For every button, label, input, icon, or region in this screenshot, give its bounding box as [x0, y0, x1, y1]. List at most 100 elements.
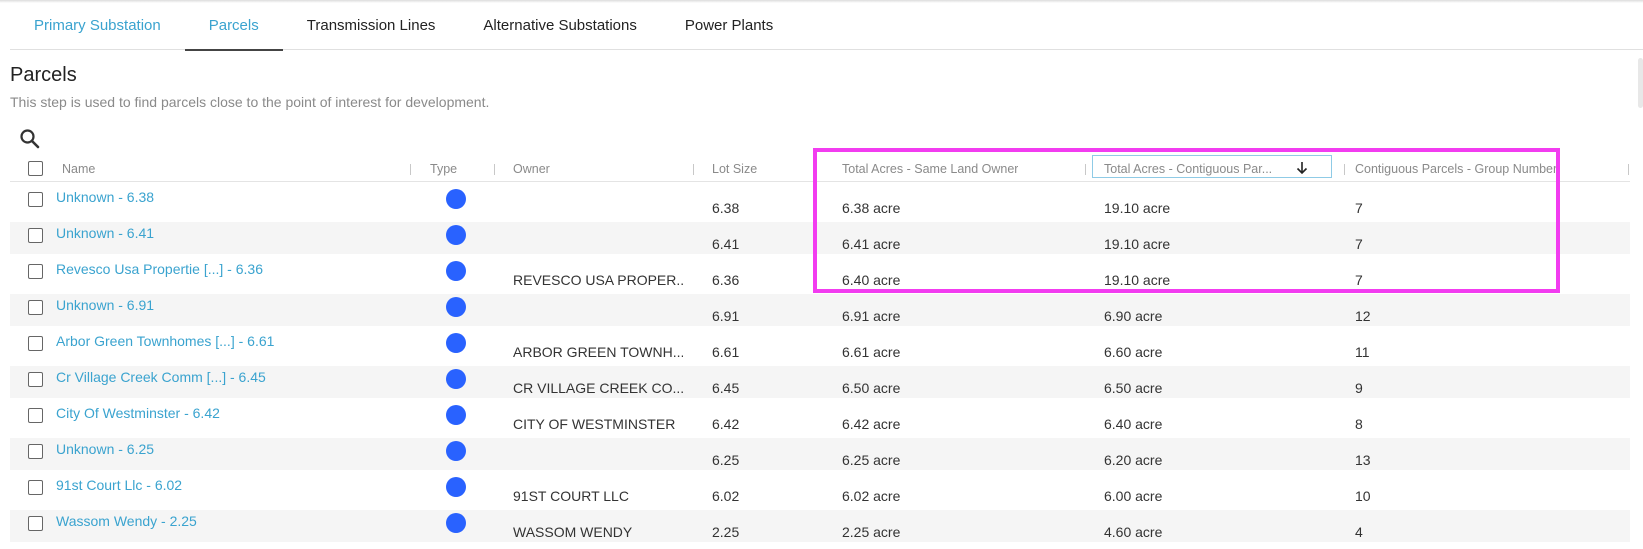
table-header: Name Type Owner Lot Size Total Acres - S… — [10, 155, 1630, 182]
select-all-checkbox[interactable] — [28, 161, 43, 176]
total-acres-contiguous-cell: 19.10 acre — [1104, 236, 1171, 252]
row-checkbox[interactable] — [28, 228, 43, 243]
type-marker-icon — [446, 297, 466, 317]
step-tabs: Primary Substation Parcels Transmission … — [10, 0, 1643, 51]
column-resize-handle[interactable] — [1628, 164, 1629, 175]
arrow-down-icon[interactable] — [1295, 160, 1309, 176]
parcel-name-link[interactable]: City Of Westminster - 6.42 — [56, 405, 220, 421]
table-row[interactable]: Wassom Wendy - 2.25 WASSOM WENDY 2.25 2.25 … — [10, 510, 1630, 542]
lot-size-cell: 2.25 — [712, 524, 740, 540]
parcel-name-link[interactable]: Wassom Wendy - 2.25 — [56, 513, 197, 529]
column-resize-handle[interactable] — [693, 164, 694, 175]
column-header-name[interactable]: Name — [62, 156, 95, 182]
parcel-name-link[interactable]: Unknown - 6.38 — [56, 189, 154, 205]
column-resize-handle[interactable] — [1085, 164, 1086, 175]
owner-cell: 91ST COURT LLC — [513, 488, 629, 504]
table-row[interactable]: Unknown - 6.41 6.41 6.41 acre 19.10 acre 7 — [10, 222, 1630, 254]
group-number-cell: 9 — [1355, 380, 1363, 396]
column-resize-handle[interactable] — [494, 164, 495, 175]
parcel-name-link[interactable]: Unknown - 6.25 — [56, 441, 154, 457]
lot-size-cell: 6.42 — [712, 416, 740, 432]
total-acres-same-owner-cell: 6.91 acre — [842, 308, 901, 324]
parcel-name-link[interactable]: Revesco Usa Propertie [...] - 6.36 — [56, 261, 263, 277]
total-acres-contiguous-cell: 6.60 acre — [1104, 344, 1163, 360]
table-row[interactable]: City Of Westminster - 6.42 CITY OF WESTMI… — [10, 402, 1630, 434]
lot-size-cell: 6.91 — [712, 308, 740, 324]
total-acres-contiguous-cell: 19.10 acre — [1104, 272, 1171, 288]
lot-size-cell: 6.41 — [712, 236, 740, 252]
parcel-name-link[interactable]: Unknown - 6.91 — [56, 297, 154, 313]
row-checkbox[interactable] — [28, 372, 43, 387]
type-marker-icon — [446, 261, 466, 281]
total-acres-same-owner-cell: 6.42 acre — [842, 416, 901, 432]
group-number-cell: 12 — [1355, 308, 1371, 324]
total-acres-same-owner-cell: 6.25 acre — [842, 452, 901, 468]
table-row[interactable]: Unknown - 6.38 6.38 6.38 acre 19.10 acre 7 — [10, 186, 1630, 218]
total-acres-contiguous-cell: 19.10 acre — [1104, 200, 1171, 216]
type-marker-icon — [446, 369, 466, 389]
type-marker-icon — [446, 189, 466, 209]
lot-size-cell: 6.02 — [712, 488, 740, 504]
row-checkbox[interactable] — [28, 516, 43, 531]
total-acres-contiguous-cell: 4.60 acre — [1104, 524, 1163, 540]
parcel-name-link[interactable]: 91st Court Llc - 6.02 — [56, 477, 182, 493]
column-resize-handle[interactable] — [1344, 164, 1345, 175]
owner-cell: ARBOR GREEN TOWNH... — [513, 344, 683, 360]
row-checkbox[interactable] — [28, 300, 43, 315]
table-row[interactable]: Revesco Usa Propertie [...] - 6.36 REVESC… — [10, 258, 1630, 290]
owner-cell: CR VILLAGE CREEK CO... — [513, 380, 683, 396]
total-acres-contiguous-cell: 6.00 acre — [1104, 488, 1163, 504]
group-number-cell: 10 — [1355, 488, 1371, 504]
group-number-cell: 7 — [1355, 236, 1363, 252]
group-number-cell: 13 — [1355, 452, 1371, 468]
column-header-contiguous-group-number[interactable]: Contiguous Parcels - Group Number — [1355, 156, 1557, 182]
owner-cell: WASSOM WENDY — [513, 524, 633, 540]
type-marker-icon — [446, 333, 466, 353]
group-number-cell: 8 — [1355, 416, 1363, 432]
row-checkbox[interactable] — [28, 192, 43, 207]
page-title: Parcels — [10, 64, 77, 86]
column-header-total-acres-contiguous[interactable]: Total Acres - Contiguous Par... — [1104, 156, 1284, 182]
row-checkbox[interactable] — [28, 480, 43, 495]
table-row[interactable]: Unknown - 6.91 6.91 6.91 acre 6.90 acre 12 — [10, 294, 1630, 326]
table-row[interactable]: Unknown - 6.25 6.25 6.25 acre 6.20 acre 13 — [10, 438, 1630, 470]
scrollbar[interactable] — [1638, 58, 1643, 108]
group-number-cell: 7 — [1355, 272, 1363, 288]
total-acres-same-owner-cell: 6.50 acre — [842, 380, 901, 396]
tab-primary-substation[interactable]: Primary Substation — [10, 0, 185, 50]
lot-size-cell: 6.25 — [712, 452, 740, 468]
tab-power-plants[interactable]: Power Plants — [661, 0, 797, 50]
table-row[interactable]: Cr Village Creek Comm [...] - 6.45 CR VIL… — [10, 366, 1630, 398]
total-acres-same-owner-cell: 6.38 acre — [842, 200, 901, 216]
total-acres-same-owner-cell: 6.02 acre — [842, 488, 901, 504]
tab-parcels[interactable]: Parcels — [184, 0, 283, 51]
column-header-total-acres-same-owner[interactable]: Total Acres - Same Land Owner — [842, 156, 1018, 182]
search-icon[interactable] — [18, 127, 42, 151]
table-row[interactable]: 91st Court Llc - 6.02 91ST COURT LLC 6.02 6… — [10, 474, 1630, 506]
type-marker-icon — [446, 405, 466, 425]
total-acres-contiguous-cell: 6.20 acre — [1104, 452, 1163, 468]
type-marker-icon — [446, 513, 466, 533]
row-checkbox[interactable] — [28, 444, 43, 459]
total-acres-same-owner-cell: 6.61 acre — [842, 344, 901, 360]
group-number-cell: 11 — [1355, 344, 1370, 360]
column-resize-handle[interactable] — [410, 164, 411, 175]
row-checkbox[interactable] — [28, 408, 43, 423]
parcel-name-link[interactable]: Arbor Green Townhomes [...] - 6.61 — [56, 333, 274, 349]
column-header-owner[interactable]: Owner — [513, 156, 550, 182]
column-header-lot-size[interactable]: Lot Size — [712, 156, 757, 182]
type-marker-icon — [446, 441, 466, 461]
parcel-name-link[interactable]: Unknown - 6.41 — [56, 225, 154, 241]
tab-transmission-lines[interactable]: Transmission Lines — [283, 0, 460, 50]
lot-size-cell: 6.45 — [712, 380, 740, 396]
total-acres-same-owner-cell: 6.40 acre — [842, 272, 901, 288]
row-checkbox[interactable] — [28, 264, 43, 279]
row-checkbox[interactable] — [28, 336, 43, 351]
parcel-name-link[interactable]: Cr Village Creek Comm [...] - 6.45 — [56, 369, 266, 385]
total-acres-contiguous-cell: 6.40 acre — [1104, 416, 1163, 432]
column-header-type[interactable]: Type — [430, 156, 457, 182]
lot-size-cell: 6.36 — [712, 272, 740, 288]
tab-alternative-substations[interactable]: Alternative Substations — [459, 0, 660, 50]
type-marker-icon — [446, 477, 466, 497]
table-row[interactable]: Arbor Green Townhomes [...] - 6.61 ARBOR … — [10, 330, 1630, 362]
